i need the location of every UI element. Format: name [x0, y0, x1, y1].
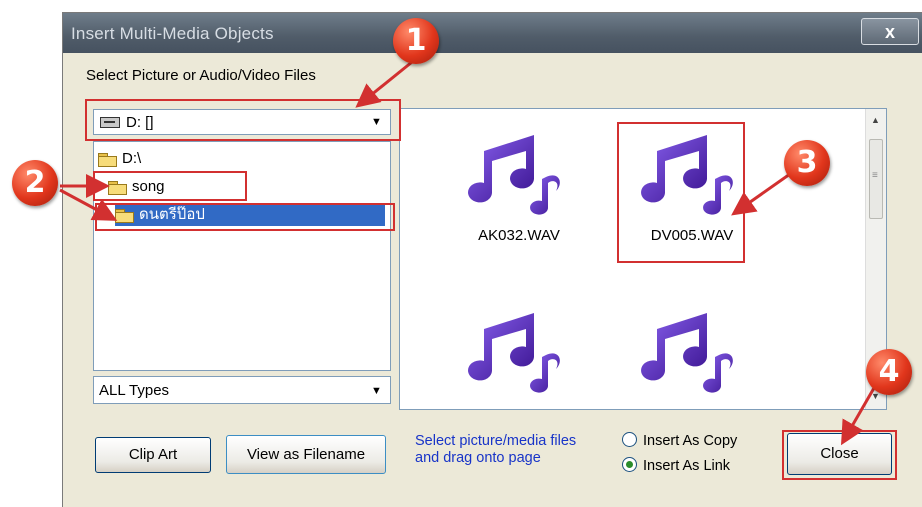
- step-badge-1: 1: [393, 18, 439, 64]
- insert-as-link-label: Insert As Link: [643, 458, 731, 474]
- file-item[interactable]: [617, 299, 767, 399]
- highlight-dv005-file: [617, 122, 745, 263]
- drag-hint-text: Select picture/media files and drag onto…: [415, 433, 576, 467]
- highlight-drive-select: [85, 99, 401, 141]
- view-as-filename-button[interactable]: View as Filename: [226, 435, 386, 474]
- file-types-select[interactable]: ALL Types ▼: [93, 376, 391, 404]
- music-note-icon: [468, 135, 560, 215]
- highlight-song-folder: [93, 171, 247, 201]
- insert-as-copy-label: Insert As Copy: [643, 433, 738, 449]
- file-item[interactable]: AK032.WAV: [444, 121, 594, 244]
- insert-as-link-radio[interactable]: Insert As Link: [622, 457, 730, 474]
- tree-node-label: D:\: [122, 150, 142, 167]
- clip-art-button[interactable]: Clip Art: [95, 437, 211, 473]
- scroll-up-icon[interactable]: ▲: [871, 115, 880, 125]
- step-badge-4: 4: [866, 349, 912, 395]
- select-files-label: Select Picture or Audio/Video Files: [86, 67, 316, 84]
- step-badge-3: 3: [784, 140, 830, 186]
- file-types-value: ALL Types: [99, 382, 170, 399]
- file-item[interactable]: [444, 299, 594, 399]
- music-note-icon: [641, 313, 733, 393]
- file-name: AK032.WAV: [478, 227, 560, 244]
- music-note-icon: [468, 313, 560, 393]
- chevron-down-icon[interactable]: ▼: [371, 385, 382, 397]
- scroll-thumb[interactable]: [869, 139, 883, 219]
- drag-hint-line2: and drag onto page: [415, 450, 541, 466]
- drag-hint-line1: Select picture/media files: [415, 433, 577, 449]
- open-folder-icon: [98, 152, 117, 167]
- window-close-icon[interactable]: x: [861, 18, 919, 45]
- highlight-close-button: [782, 430, 897, 480]
- insert-as-copy-radio[interactable]: Insert As Copy: [622, 432, 737, 449]
- tree-node-d-root[interactable]: D:\: [98, 148, 141, 170]
- highlight-selected-folder: [95, 203, 395, 231]
- title-bar[interactable]: Insert Multi-Media Objects x: [63, 13, 922, 53]
- step-badge-2: 2: [12, 160, 58, 206]
- window-title: Insert Multi-Media Objects: [71, 24, 274, 43]
- radio-button-icon[interactable]: [622, 432, 637, 447]
- radio-button-icon[interactable]: [622, 457, 637, 472]
